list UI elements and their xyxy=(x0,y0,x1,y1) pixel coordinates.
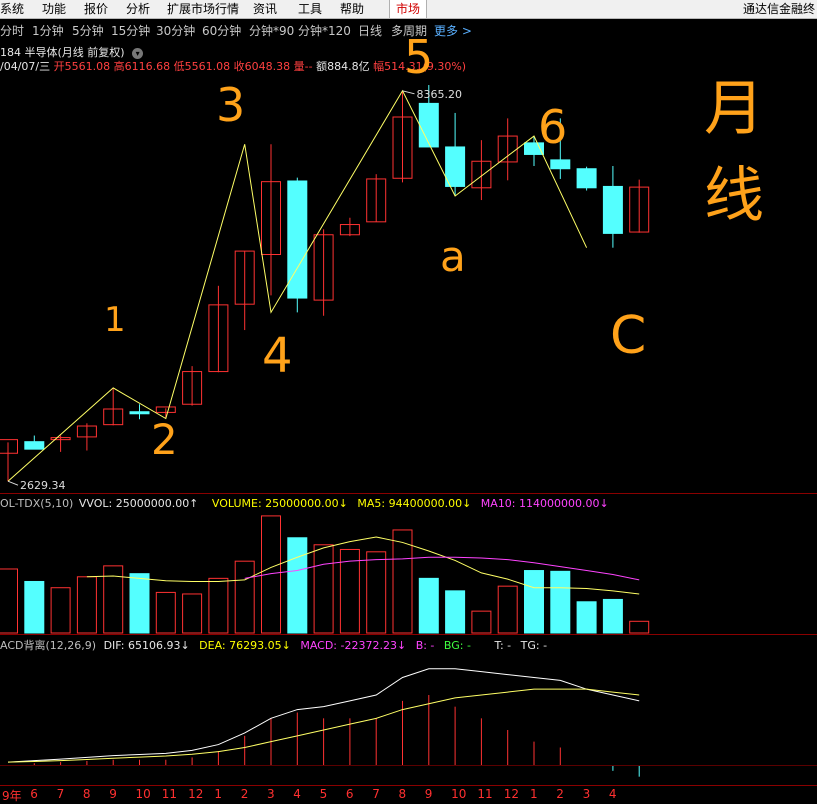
volume-bar xyxy=(366,551,387,634)
volume-bar xyxy=(602,598,623,634)
x-axis-label: 2 xyxy=(556,787,564,801)
candle-body xyxy=(418,102,439,148)
ma5-value: MA5: 94400000.00↓ xyxy=(357,497,472,510)
volume-bar xyxy=(313,544,334,634)
tg-value: TG: - xyxy=(520,639,548,652)
volume-bar xyxy=(234,560,255,634)
macd-header: ACD背离(12,26,9) DIF: 65106.93↓ DEA: 76293… xyxy=(0,637,547,653)
x-axis-label: 4 xyxy=(293,787,301,801)
x-axis-label: 3 xyxy=(582,787,591,801)
x-axis-label: 6 xyxy=(345,787,354,801)
macd-value: MACD: -22372.23↓ xyxy=(300,639,407,652)
bg-value: BG: - xyxy=(443,639,471,652)
x-axis-label: 8 xyxy=(82,787,91,801)
monthly-line-note: 月线 xyxy=(704,74,764,231)
candle-body xyxy=(445,146,466,187)
panel-separator xyxy=(0,493,817,494)
x-axis-label: 10 xyxy=(451,787,467,801)
x-axis: 9年 6 7 8 9 10 11 12 1 2 3 4 5 6 7 8 9 10 11 12 1 2 3 4 xyxy=(0,785,817,804)
x-axis-label: 11 xyxy=(477,787,493,801)
volume-bars xyxy=(0,515,650,634)
t-value: T: - xyxy=(494,639,512,652)
volume-value: VOLUME: 25000000.00↓ xyxy=(211,497,348,510)
wave-label-4: 4 xyxy=(262,328,293,384)
wave-label-5: 5 xyxy=(404,30,434,84)
candle-body xyxy=(287,180,308,299)
volume-bar xyxy=(76,576,97,634)
candle-body xyxy=(602,185,623,234)
vol-indicator-name[interactable]: OL-TDX(5,10) xyxy=(0,497,73,510)
volume-header: OL-TDX(5,10) VVOL: 25000000.00↑ VOLUME: … xyxy=(0,497,609,510)
volume-bar xyxy=(471,610,492,634)
x-axis-label: 8 xyxy=(398,787,407,801)
wave-label-c: C xyxy=(610,306,647,366)
x-axis-label: 12 xyxy=(503,787,519,801)
volume-bar xyxy=(629,620,650,634)
wave-label-6: 6 xyxy=(538,100,568,154)
x-axis-label: 3 xyxy=(267,787,275,801)
x-axis-label: 6 xyxy=(30,787,38,801)
x-axis-label: 10 xyxy=(135,787,151,801)
x-axis-label: 11 xyxy=(161,787,178,801)
x-axis-label: 9年 xyxy=(2,789,22,803)
volume-bar xyxy=(392,529,413,634)
volume-bar xyxy=(418,577,439,634)
volume-bar xyxy=(445,590,466,634)
wave-label-2: 2 xyxy=(151,415,178,464)
x-axis-label: 12 xyxy=(188,787,204,801)
dea-value: DEA: 76293.05↓ xyxy=(199,639,291,652)
x-axis-label: 9 xyxy=(424,787,433,801)
volume-bar xyxy=(497,585,518,634)
volume-bar xyxy=(550,570,571,634)
b-value: B: - xyxy=(415,639,435,652)
chart-canvas: 8365.20 2629.34 xyxy=(0,85,650,777)
volume-bar xyxy=(155,591,176,634)
x-axis-label: 4 xyxy=(608,787,617,801)
volume-bar xyxy=(0,568,18,634)
x-axis-label: 9 xyxy=(109,787,117,801)
macd-indicator-name[interactable]: ACD背离(12,26,9) xyxy=(0,639,96,652)
vvol-value: VVOL: 25000000.00↑ xyxy=(78,497,199,510)
x-axis-label: 5 xyxy=(319,787,328,801)
high-marker-label: 8365.20 xyxy=(417,88,463,101)
volume-bar xyxy=(208,577,229,634)
wave-label-1: 1 xyxy=(104,300,126,340)
dif-value: DIF: 65106.93↓ xyxy=(103,639,190,652)
x-axis-label: 1 xyxy=(214,787,223,801)
candle-body xyxy=(576,168,597,189)
volume-bar xyxy=(576,601,597,634)
volume-bar xyxy=(524,570,544,634)
x-axis-label: 1 xyxy=(530,787,538,801)
volume-bar xyxy=(287,537,308,634)
volume-bar xyxy=(50,587,71,634)
volume-bar xyxy=(24,580,45,634)
low-marker-pointer xyxy=(7,480,19,486)
panel-separator xyxy=(0,765,817,766)
volume-bar xyxy=(129,573,150,634)
volume-bar xyxy=(182,593,203,634)
candle-body xyxy=(0,439,18,454)
panel-separator xyxy=(0,634,817,635)
ma10-value: MA10: 114000000.00↓ xyxy=(480,497,609,510)
wave-label-a: a xyxy=(440,232,466,281)
x-axis-label: 7 xyxy=(56,787,65,801)
candle-body xyxy=(24,441,45,450)
candle-body xyxy=(550,159,571,170)
low-marker-label: 2629.34 xyxy=(20,479,66,492)
x-axis-label: 2 xyxy=(240,787,249,801)
candle-body xyxy=(129,411,150,415)
wave-label-3: 3 xyxy=(216,78,246,132)
x-axis-label: 7 xyxy=(372,787,380,801)
